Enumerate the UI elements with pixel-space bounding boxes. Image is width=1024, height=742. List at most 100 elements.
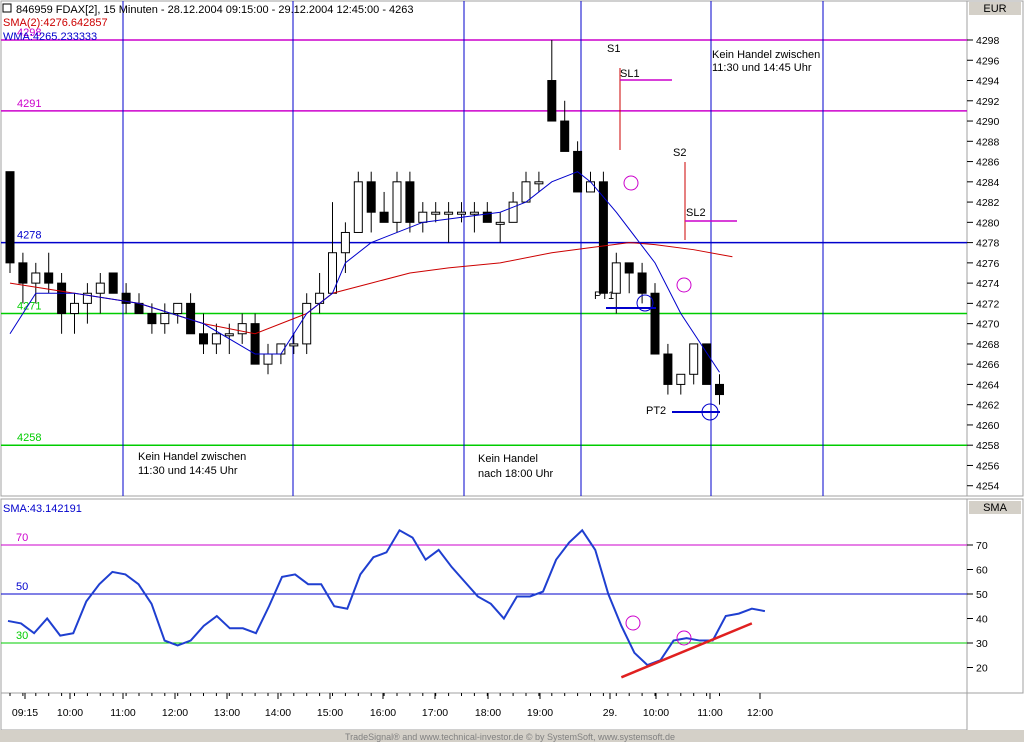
- annotation-note: nach 18:00 Uhr: [478, 468, 554, 480]
- time-axis-label: 19:00: [527, 707, 553, 719]
- chart-info: 846959 FDAX[2], 15 Minuten - 28.12.2004 …: [16, 4, 414, 16]
- indicator-level-label: 30: [16, 630, 28, 642]
- chart-canvas: 4298 4291 4278 4271 4258 70 50 30 4254 4256 4258…: [0, 0, 1024, 742]
- price-axis-label: 4298: [976, 35, 1000, 47]
- candle-body: [560, 120, 570, 152]
- candle-body: [160, 313, 170, 325]
- wma-legend: WMA:4265.233333: [3, 31, 97, 43]
- indicator-axis-label: 30: [976, 638, 988, 650]
- price-axis-label: 4282: [976, 197, 1000, 209]
- price-axis-label: 4286: [976, 157, 1000, 169]
- lower-panel-label: SMA: [983, 502, 1008, 514]
- window-icon: [2, 3, 12, 13]
- candle-body: [702, 343, 712, 385]
- candle-body: [31, 272, 41, 284]
- time-axis-label: 10:00: [57, 707, 83, 719]
- price-axis-label: 4280: [976, 217, 1000, 229]
- candle-body: [457, 211, 466, 215]
- candle-body: [534, 181, 544, 185]
- candle-body: [469, 211, 479, 215]
- price-axis-label: 4272: [976, 298, 1000, 310]
- candle-body: [134, 302, 144, 315]
- price-axis-label: 4276: [976, 258, 1000, 270]
- lower-panel-title: SMA:43.142191: [3, 503, 82, 515]
- candle-body: [624, 262, 634, 274]
- candle-body: [302, 302, 312, 345]
- footer-credit: TradeSignal® and www.technical-investor.…: [345, 732, 675, 742]
- price-axis-label: 4264: [976, 379, 1000, 391]
- candle-body: [199, 333, 208, 345]
- candle-body: [508, 201, 518, 223]
- candle-body: [340, 231, 350, 254]
- time-axis-label: 12:00: [162, 707, 188, 719]
- candle-body: [108, 272, 118, 294]
- candle-body: [224, 333, 234, 337]
- candle-body: [57, 282, 67, 315]
- time-axis-label: 14:00: [265, 707, 291, 719]
- candle-body: [70, 302, 79, 315]
- candle-body: [173, 302, 183, 315]
- candle-body: [444, 211, 454, 215]
- annotation-note: Kein Handel: [478, 453, 538, 465]
- candle-body: [715, 383, 724, 396]
- time-axis-label: 13:00: [214, 707, 240, 719]
- price-axis-label: 4268: [976, 339, 1000, 351]
- candle-body: [44, 272, 54, 284]
- annotation-stop: SL1: [620, 68, 640, 80]
- candle-body: [495, 221, 505, 225]
- price-level-label: 4291: [17, 98, 41, 110]
- candle-body: [289, 343, 299, 347]
- annotation-note: 11:30 und 14:45 Uhr: [712, 62, 812, 74]
- candle-body: [418, 211, 428, 223]
- time-axis-label: 10:00: [643, 707, 669, 719]
- time-axis-label: 29.: [603, 707, 618, 719]
- time-axis-label: 09:15: [12, 707, 38, 719]
- indicator-axis-label: 60: [976, 565, 988, 577]
- candle-body: [366, 181, 376, 213]
- annotation-target: PT1: [594, 290, 614, 302]
- price-axis-label: 4256: [976, 460, 1000, 472]
- price-axis-label: 4290: [976, 116, 1000, 128]
- candle-body: [392, 181, 402, 223]
- candle-body: [18, 262, 28, 284]
- annotation-stop: SL2: [686, 207, 706, 219]
- indicator-level-label: 50: [16, 581, 28, 593]
- candle-body: [676, 373, 686, 385]
- price-axis-label: 4262: [976, 400, 1000, 412]
- price-axis-label: 4288: [976, 136, 1000, 148]
- indicator-axis-label: 20: [976, 663, 988, 675]
- time-axis-label: 16:00: [370, 707, 396, 719]
- candle-body: [211, 333, 221, 345]
- price-axis-label: 4258: [976, 440, 1000, 452]
- candle-body: [315, 292, 325, 304]
- price-axis-label: 4266: [976, 359, 1000, 371]
- time-axis-label: 12:00: [747, 707, 773, 719]
- time-axis-label: 18:00: [475, 707, 501, 719]
- price-axis-label: 4254: [976, 481, 1000, 493]
- candle-body: [95, 282, 105, 294]
- price-axis-label: 4296: [976, 55, 1000, 67]
- price-axis-label: 4294: [976, 76, 1000, 88]
- candle-body: [521, 181, 531, 203]
- price-axis-label: 4292: [976, 96, 1000, 108]
- price-axis-label: 4260: [976, 420, 1000, 432]
- indicator-axis-label: 40: [976, 614, 988, 626]
- sma-legend: SMA(2):4276.642857: [3, 17, 108, 29]
- indicator-axis-label: 50: [976, 589, 988, 601]
- price-axis-label: 4278: [976, 238, 1000, 250]
- price-level-label: 4258: [17, 432, 41, 444]
- price-level-label: 4271: [17, 301, 41, 313]
- annotation-target: PT2: [646, 405, 666, 417]
- candle-body: [147, 313, 157, 325]
- main-panel-frame: [0, 0, 968, 497]
- annotation-signal: S1: [607, 43, 620, 55]
- annotation-note: Kein Handel zwischen: [138, 451, 246, 463]
- candle-body: [611, 262, 621, 294]
- candle-body: [689, 343, 699, 375]
- candle-body: [637, 272, 647, 294]
- candle-body: [650, 292, 660, 355]
- price-axis-label: 4270: [976, 319, 1000, 331]
- time-axis-label: 11:00: [697, 707, 723, 719]
- time-axis-label: 17:00: [422, 707, 448, 719]
- currency-label: EUR: [983, 3, 1006, 15]
